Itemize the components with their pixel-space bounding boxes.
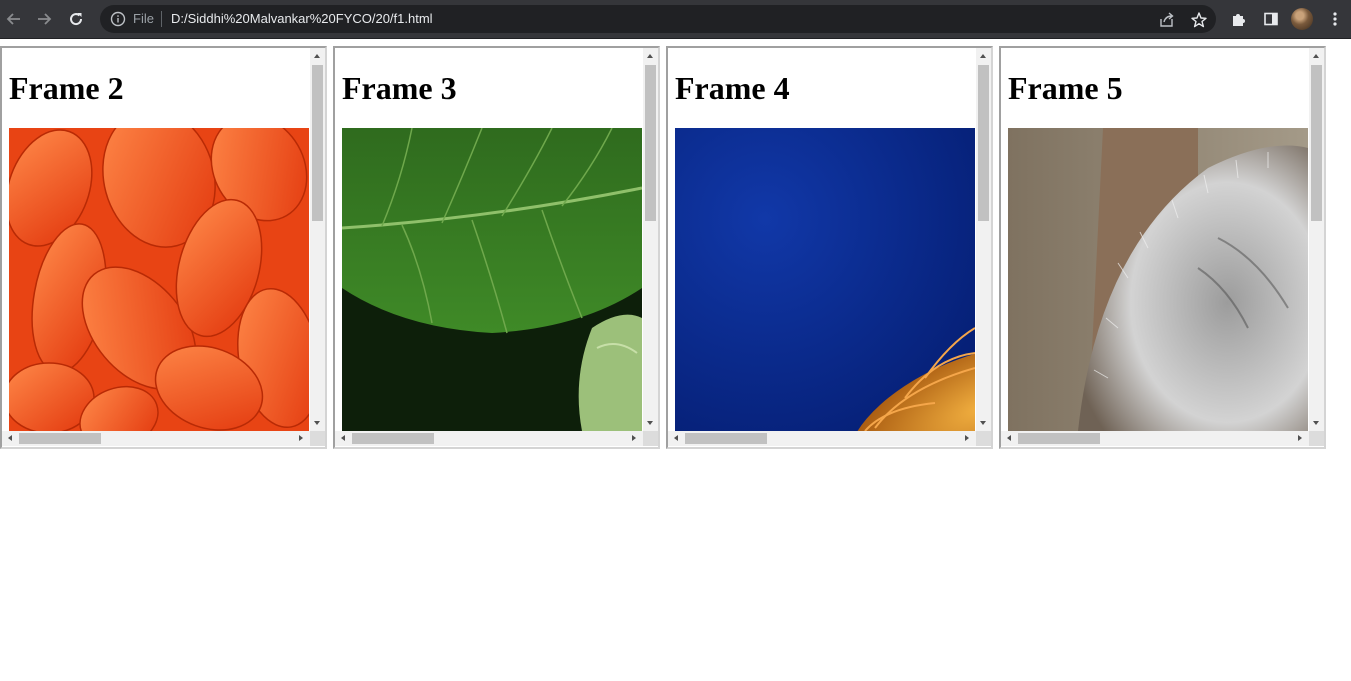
horizontal-scrollbar[interactable] (668, 431, 976, 446)
scroll-up-icon[interactable] (647, 54, 653, 58)
vertical-scrollbar[interactable] (310, 48, 325, 431)
address-bar[interactable]: File D:/Siddhi%20Malvankar%20FYCO/20/f1.… (100, 5, 1216, 33)
info-icon[interactable] (110, 11, 126, 27)
menu-button[interactable] (1323, 7, 1347, 31)
share-icon[interactable] (1158, 11, 1176, 29)
horizontal-scrollbar[interactable] (2, 431, 310, 446)
horizontal-scrollbar[interactable] (1001, 431, 1309, 446)
scroll-down-icon[interactable] (980, 421, 986, 425)
horizontal-scroll-thumb[interactable] (19, 433, 101, 444)
frame-title: Frame 2 (9, 70, 124, 106)
scroll-down-icon[interactable] (647, 421, 653, 425)
scroll-up-icon[interactable] (980, 54, 986, 58)
scroll-right-icon[interactable] (965, 435, 969, 441)
frame-title: Frame 3 (342, 70, 457, 106)
iframe-frame-3[interactable]: Frame 3 (333, 46, 660, 449)
back-button[interactable] (2, 7, 26, 31)
iframe-frame-4[interactable]: Frame 4 (666, 46, 993, 449)
horizontal-scroll-thumb[interactable] (685, 433, 767, 444)
browser-toolbar: File D:/Siddhi%20Malvankar%20FYCO/20/f1.… (0, 0, 1351, 39)
frame-image-orange-dahlia (9, 128, 309, 431)
scrollbar-corner (1309, 431, 1324, 446)
vertical-scrollbar[interactable] (1309, 48, 1324, 431)
scroll-left-icon[interactable] (341, 435, 345, 441)
vertical-scrollbar[interactable] (643, 48, 658, 431)
avatar[interactable] (1291, 8, 1313, 30)
reload-icon (70, 13, 83, 26)
scroll-down-icon[interactable] (1313, 421, 1319, 425)
horizontal-scroll-thumb[interactable] (352, 433, 434, 444)
vertical-scroll-thumb[interactable] (978, 65, 989, 221)
url-text[interactable]: D:/Siddhi%20Malvankar%20FYCO/20/f1.html (171, 11, 433, 27)
vertical-scrollbar[interactable] (976, 48, 991, 431)
vertical-scroll-thumb[interactable] (645, 65, 656, 221)
arrow-right-icon (38, 13, 52, 25)
horizontal-scrollbar[interactable] (335, 431, 643, 446)
scrollbar-corner (976, 431, 991, 446)
scrollbar-corner (643, 431, 658, 446)
scroll-left-icon[interactable] (1007, 435, 1011, 441)
scroll-left-icon[interactable] (8, 435, 12, 441)
reload-button[interactable] (64, 7, 88, 31)
arrow-left-icon (6, 13, 20, 25)
vertical-scroll-thumb[interactable] (1311, 65, 1322, 221)
security-chip[interactable]: File (133, 11, 154, 27)
side-panel-button[interactable] (1259, 7, 1283, 31)
vertical-scroll-thumb[interactable] (312, 65, 323, 221)
frame-title: Frame 5 (1008, 70, 1123, 106)
horizontal-scroll-thumb[interactable] (1018, 433, 1100, 444)
frame-image-koala (1008, 128, 1308, 431)
kebab-menu-icon (1333, 12, 1337, 26)
iframe-frame-5[interactable]: Frame 5 (999, 46, 1326, 449)
scroll-right-icon[interactable] (632, 435, 636, 441)
omnibox-divider (161, 11, 162, 27)
frame-image-green-leaf (342, 128, 642, 431)
scroll-up-icon[interactable] (314, 54, 320, 58)
scroll-up-icon[interactable] (1313, 54, 1319, 58)
puzzle-icon (1233, 14, 1245, 26)
side-panel-icon (1264, 12, 1278, 26)
extensions-button[interactable] (1227, 7, 1251, 31)
scroll-down-icon[interactable] (314, 421, 320, 425)
scrollbar-corner (310, 431, 325, 446)
scroll-left-icon[interactable] (674, 435, 678, 441)
iframe-frame-2[interactable]: Frame 2 (0, 46, 327, 449)
scroll-right-icon[interactable] (299, 435, 303, 441)
star-icon[interactable] (1190, 11, 1208, 29)
scroll-right-icon[interactable] (1298, 435, 1302, 441)
frame-image-jellyfish (675, 128, 975, 431)
frame-title: Frame 4 (675, 70, 790, 106)
forward-button[interactable] (32, 7, 56, 31)
